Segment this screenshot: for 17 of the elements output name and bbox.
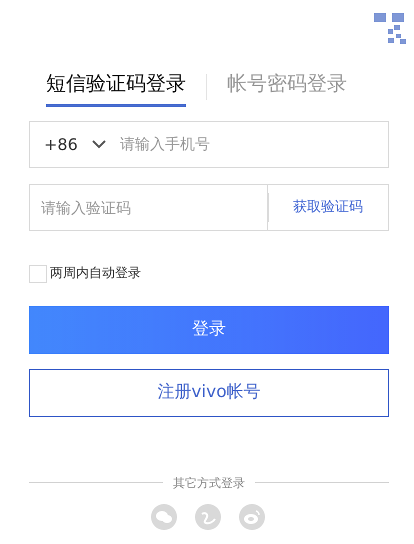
eye-icon[interactable] xyxy=(239,504,265,530)
other-login-label: 其它方式登录 xyxy=(173,474,245,492)
code-field[interactable]: 请输入验证码 xyxy=(29,184,268,231)
get-code-button[interactable]: 获取验证码 xyxy=(268,184,389,231)
tab[interactable]: 短信验证码登录 xyxy=(46,68,186,107)
country-code: +86 xyxy=(44,134,78,156)
qr-code-icon[interactable] xyxy=(374,11,408,45)
checkbox-label: 两周内自动登录 xyxy=(50,265,141,283)
chat-bubbles-icon[interactable] xyxy=(151,504,177,530)
phone-input[interactable]: 请输入手机号 xyxy=(120,133,388,156)
register-button[interactable]: 注册vivo帐号 xyxy=(29,368,389,416)
chevron-down-icon[interactable] xyxy=(92,140,106,149)
login-button[interactable]: 登录 xyxy=(29,306,389,354)
phone-field[interactable]: +86 请输入手机号 xyxy=(29,121,389,168)
tab[interactable]: 帐号密码登录 xyxy=(227,68,347,107)
checkbox[interactable] xyxy=(29,264,47,283)
swirl-icon[interactable] xyxy=(195,504,221,530)
